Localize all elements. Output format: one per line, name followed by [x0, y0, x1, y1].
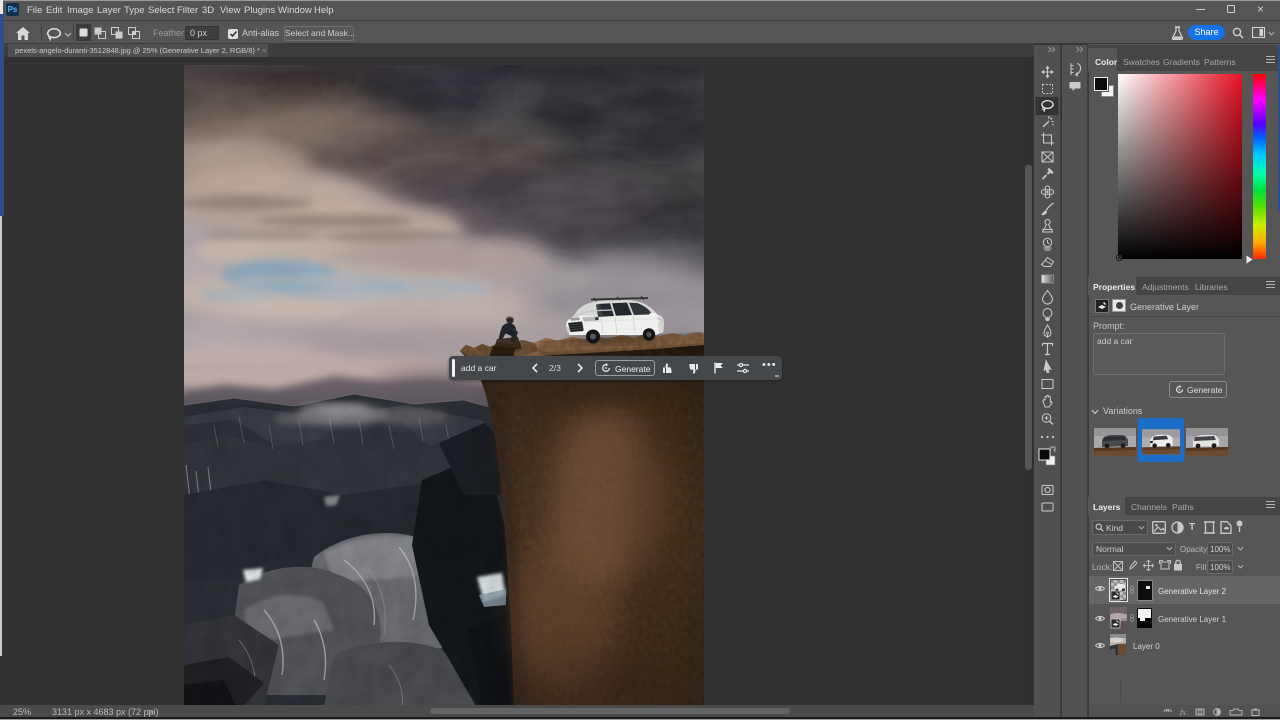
svg-text:fx: fx — [1180, 708, 1186, 716]
